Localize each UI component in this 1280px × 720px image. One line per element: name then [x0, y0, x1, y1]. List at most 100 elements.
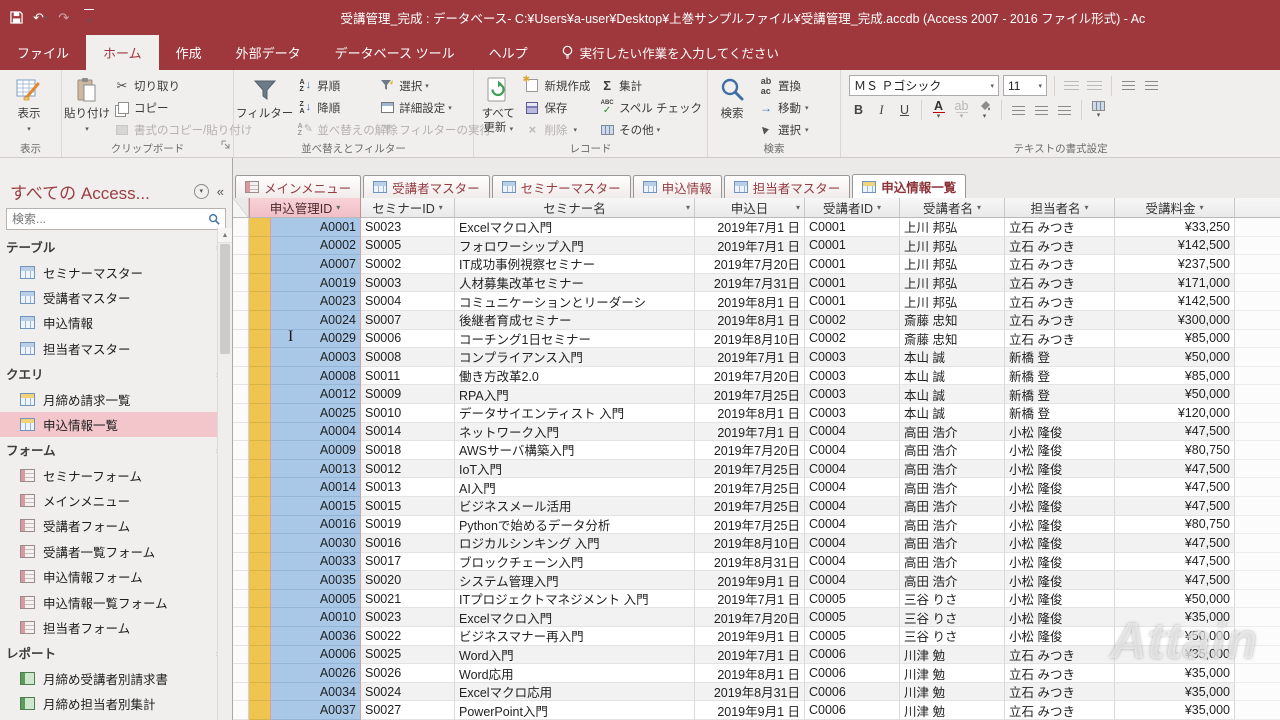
cell-student-name[interactable]: 本山 誠 — [900, 367, 1005, 386]
cell-seminar-name[interactable]: IT成功事例視察セミナー — [455, 255, 695, 274]
cell-seminar-id[interactable]: S0021 — [361, 590, 455, 609]
cell-student-name[interactable]: 高田 浩介 — [900, 460, 1005, 479]
nav-item[interactable]: メインメニュー » — [0, 488, 232, 513]
cell-staff-name[interactable]: 小松 隆俊 — [1005, 423, 1115, 442]
row-selector[interactable] — [233, 627, 249, 646]
cell-seminar-name[interactable]: コンプライアンス入門 — [455, 348, 695, 367]
cell-student-name[interactable]: 上川 邦弘 — [900, 237, 1005, 256]
cell-apply-id[interactable]: A0004 — [270, 423, 361, 442]
cell-apply-date[interactable]: 2019年7月1 日 — [695, 237, 805, 256]
cell-staff-name[interactable]: 小松 隆俊 — [1005, 534, 1115, 553]
cell-student-id[interactable]: C0004 — [805, 460, 900, 479]
cell-seminar-id[interactable]: S0019 — [361, 516, 455, 535]
cell-student-name[interactable]: 高田 浩介 — [900, 441, 1005, 460]
cell-apply-date[interactable]: 2019年8月10日 — [695, 534, 805, 553]
cell-student-id[interactable]: C0005 — [805, 608, 900, 627]
cell-fee[interactable]: ¥142,500 — [1115, 292, 1235, 311]
cell-fee[interactable]: ¥47,500 — [1115, 571, 1235, 590]
undo-button[interactable]: ↶▾ — [33, 10, 48, 26]
cell-student-id[interactable]: C0004 — [805, 516, 900, 535]
cell-seminar-id[interactable]: S0007 — [361, 311, 455, 330]
cell-seminar-id[interactable]: S0022 — [361, 627, 455, 646]
row-selector[interactable] — [233, 701, 249, 720]
cell-student-id[interactable]: C0004 — [805, 553, 900, 572]
spelling-button[interactable]: ABC✓スペル チェック — [595, 97, 705, 118]
row-selector[interactable] — [233, 218, 249, 237]
cell-apply-date[interactable]: 2019年8月1 日 — [695, 664, 805, 683]
row-selector[interactable] — [233, 608, 249, 627]
cell-apply-id[interactable]: A0010 — [270, 608, 361, 627]
cell-fee[interactable]: ¥80,750 — [1115, 441, 1235, 460]
filter-button[interactable]: フィルター — [236, 73, 293, 121]
cell-seminar-name[interactable]: システム管理入門 — [455, 571, 695, 590]
cell-fee[interactable]: ¥35,000 — [1115, 683, 1235, 702]
cell-staff-name[interactable]: 立石 みつき — [1005, 311, 1115, 330]
cell-fee[interactable]: ¥85,000 — [1115, 330, 1235, 349]
cell-seminar-name[interactable]: コミュニケーションとリーダーシ — [455, 292, 695, 311]
totals-button[interactable]: Σ集計 — [595, 75, 705, 96]
cell-staff-name[interactable]: 立石 みつき — [1005, 701, 1115, 720]
row-selector[interactable] — [233, 590, 249, 609]
cell-staff-name[interactable]: 小松 隆俊 — [1005, 478, 1115, 497]
cell-student-id[interactable]: C0004 — [805, 441, 900, 460]
cell-seminar-id[interactable]: S0005 — [361, 237, 455, 256]
cell-student-id[interactable]: C0001 — [805, 274, 900, 293]
cell-seminar-name[interactable]: Excelマクロ入門 — [455, 608, 695, 627]
cell-staff-name[interactable]: 小松 隆俊 — [1005, 590, 1115, 609]
goto-button[interactable]: →移動▾ — [754, 97, 812, 118]
cell-seminar-name[interactable]: AWSサーバ構築入門 — [455, 441, 695, 460]
ribbon-tab[interactable]: ヘルプ — [472, 35, 545, 70]
nav-search-input[interactable] — [12, 212, 208, 226]
cell-apply-date[interactable]: 2019年7月1 日 — [695, 646, 805, 665]
cell-student-name[interactable]: 川津 勉 — [900, 664, 1005, 683]
nav-item[interactable]: レポート » — [0, 640, 232, 665]
cell-apply-date[interactable]: 2019年8月1 日 — [695, 404, 805, 423]
cell-student-name[interactable]: 上川 邦弘 — [900, 292, 1005, 311]
cell-student-id[interactable]: C0005 — [805, 627, 900, 646]
cell-fee[interactable]: ¥47,500 — [1115, 534, 1235, 553]
decrease-indent-button[interactable] — [1119, 76, 1138, 96]
cell-student-name[interactable]: 本山 誠 — [900, 348, 1005, 367]
cell-student-id[interactable]: C0004 — [805, 571, 900, 590]
background-color-button[interactable]: ▾ — [975, 100, 994, 120]
cell-student-id[interactable]: C0004 — [805, 497, 900, 516]
nav-item[interactable]: 受講者一覧フォーム » — [0, 539, 232, 564]
align-right-button[interactable] — [1055, 100, 1074, 120]
cell-apply-id[interactable]: A0005 — [270, 590, 361, 609]
find-button[interactable]: 検索 — [710, 73, 754, 121]
cell-apply-date[interactable]: 2019年7月20日 — [695, 367, 805, 386]
cell-apply-id[interactable]: A0035 — [270, 571, 361, 590]
cell-seminar-name[interactable]: ブロックチェーン入門 — [455, 553, 695, 572]
cell-apply-date[interactable]: 2019年7月25日 — [695, 460, 805, 479]
cell-student-id[interactable]: C0003 — [805, 348, 900, 367]
cell-student-name[interactable]: 川津 勉 — [900, 683, 1005, 702]
cell-staff-name[interactable]: 小松 隆俊 — [1005, 497, 1115, 516]
cell-staff-name[interactable]: 小松 隆俊 — [1005, 627, 1115, 646]
cell-student-name[interactable]: 斎藤 忠知 — [900, 311, 1005, 330]
cell-staff-name[interactable]: 小松 隆俊 — [1005, 553, 1115, 572]
cell-seminar-name[interactable]: PowerPoint入門 — [455, 701, 695, 720]
save-button[interactable] — [10, 11, 23, 24]
nav-item[interactable]: 担当者マスター » — [0, 336, 232, 361]
cell-apply-date[interactable]: 2019年7月1 日 — [695, 423, 805, 442]
cell-seminar-name[interactable]: ビジネスマナー再入門 — [455, 627, 695, 646]
cell-fee[interactable]: ¥50,000 — [1115, 590, 1235, 609]
cell-seminar-id[interactable]: S0010 — [361, 404, 455, 423]
cell-student-id[interactable]: C0006 — [805, 646, 900, 665]
cell-staff-name[interactable]: 新橋 登 — [1005, 367, 1115, 386]
save-record-button[interactable]: 保存 — [520, 97, 595, 118]
row-selector[interactable] — [233, 441, 249, 460]
cell-seminar-name[interactable]: ネットワーク入門 — [455, 423, 695, 442]
column-header-fee[interactable]: 受講料金▾ — [1115, 198, 1235, 218]
cell-seminar-id[interactable]: S0027 — [361, 701, 455, 720]
cell-fee[interactable]: ¥237,500 — [1115, 255, 1235, 274]
document-tab[interactable]: メインメニュー — [235, 175, 361, 198]
cell-seminar-id[interactable]: S0004 — [361, 292, 455, 311]
cell-seminar-name[interactable]: Word応用 — [455, 664, 695, 683]
cell-student-id[interactable]: C0006 — [805, 683, 900, 702]
row-selector[interactable] — [233, 367, 249, 386]
column-header-seminar-name[interactable]: セミナー名▾ — [455, 198, 695, 218]
cell-fee[interactable]: ¥35,000 — [1115, 608, 1235, 627]
cell-student-name[interactable]: 川津 勉 — [900, 701, 1005, 720]
cell-seminar-id[interactable]: S0026 — [361, 664, 455, 683]
